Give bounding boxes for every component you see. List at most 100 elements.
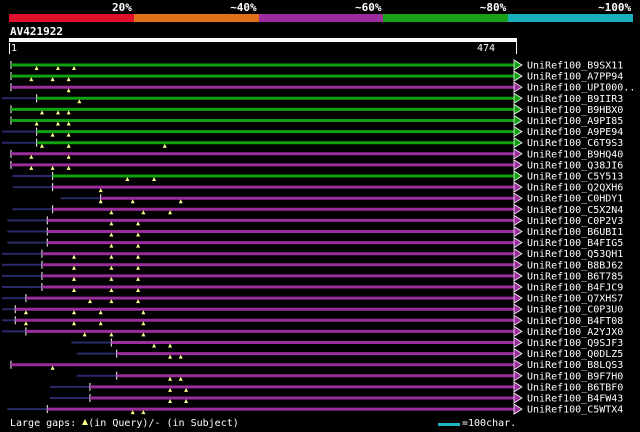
hit-row[interactable]: UniRef100_B6UBI1 — [7, 225, 623, 239]
hit-label[interactable]: UniRef100_B9HQ40 — [527, 149, 623, 160]
hit-end-arrow-icon — [513, 281, 523, 293]
hit-row[interactable]: UniRef100_B6T785 — [2, 270, 623, 283]
hit-row[interactable]: UniRef100_Q2QXH6 — [12, 181, 624, 194]
gap-marker-icon — [168, 210, 173, 215]
gap-marker-icon — [109, 243, 114, 248]
hit-label[interactable]: UniRef100_B9F7H0 — [527, 371, 623, 382]
hit-label[interactable]: UniRef100_B8LQS3 — [527, 360, 623, 371]
hit-label[interactable]: UniRef100_C5Y513 — [527, 172, 623, 183]
hit-row[interactable]: UniRef100_A9PE94 — [2, 125, 623, 139]
gap-marker-icon — [168, 387, 173, 392]
hit-row[interactable]: UniRef100_B9HBX0 — [10, 103, 623, 116]
hit-label[interactable]: UniRef100_C0P3U0 — [527, 305, 623, 316]
hit-label[interactable]: UniRef100_B6T785 — [527, 271, 623, 282]
hit-row[interactable]: UniRef100_B9SX11 — [10, 59, 623, 72]
hit-row[interactable]: UniRef100_C6T9S3 — [2, 136, 623, 150]
gap-marker-icon — [50, 132, 55, 137]
hit-row[interactable]: UniRef100_C0HDY1 — [60, 192, 624, 205]
hit-row[interactable]: UniRef100_C5Y513 — [12, 170, 624, 183]
hit-label[interactable]: UniRef100_C0P2V3 — [527, 216, 623, 227]
gap-marker-icon — [178, 354, 183, 359]
hit-label[interactable]: UniRef100_B4FJC9 — [527, 283, 623, 294]
hit-end-arrow-icon — [513, 381, 523, 393]
gap-marker-icon — [152, 177, 157, 181]
hit-label[interactable]: UniRef100_C5X2N4 — [527, 205, 623, 216]
hit-label[interactable]: UniRef100_A9PE94 — [527, 127, 623, 138]
hit-row[interactable]: UniRef100_Q38JI6 — [10, 159, 623, 172]
hit-row[interactable]: UniRef100_B9HQ40 — [10, 148, 623, 161]
gap-marker-icon — [55, 66, 60, 70]
hit-label[interactable]: UniRef100_B4FIG5 — [527, 238, 623, 249]
hit-label[interactable]: UniRef100_B6UBI1 — [527, 227, 623, 238]
hit-row[interactable]: UniRef100_B4FJC9 — [2, 281, 623, 294]
hit-row[interactable]: UniRef100_Q53QH1 — [2, 247, 623, 261]
hit-label[interactable]: UniRef100_B9SX11 — [527, 61, 623, 72]
hit-label[interactable]: UniRef100_B9HBX0 — [527, 105, 623, 116]
hit-row[interactable]: UniRef100_B4FT08 — [2, 314, 623, 327]
hit-end-arrow-icon — [513, 347, 523, 360]
gap-marker-icon — [34, 121, 39, 126]
gap-marker-icon — [109, 210, 114, 215]
hit-label[interactable]: UniRef100_A9PI85 — [527, 116, 623, 127]
gap-marker-icon — [71, 254, 76, 259]
hit-row[interactable]: UniRef100_B9IIR3 — [2, 92, 623, 105]
hit-row[interactable]: UniRef100_B8BJ62 — [2, 259, 623, 272]
alignment-plot: UniRef100_B9SX11UniRef100_A7PP94UniRef10… — [2, 59, 635, 416]
hit-row[interactable]: UniRef100_A9PI85 — [10, 114, 623, 128]
hit-row[interactable]: UniRef100_C0P2V3 — [7, 214, 623, 227]
hit-row[interactable]: UniRef100_Q9SJF3 — [71, 336, 623, 350]
hit-label[interactable]: UniRef100_Q9SJF3 — [527, 338, 623, 349]
gap-marker-icon — [88, 299, 93, 304]
hit-row[interactable]: UniRef100_B6TBF0 — [50, 381, 623, 394]
gap-marker-icon — [66, 121, 71, 126]
gap-marker-icon — [136, 299, 141, 304]
hit-row[interactable]: UniRef100_C5X2N4 — [12, 203, 624, 216]
hit-label[interactable]: UniRef100_Q38JI6 — [527, 160, 623, 171]
hit-end-arrow-icon — [513, 70, 523, 82]
hit-row[interactable]: UniRef100_Q7XHS7 — [2, 292, 623, 305]
hit-row[interactable]: UniRef100_UPI000.. — [10, 81, 635, 94]
hit-label[interactable]: UniRef100_Q2QXH6 — [527, 183, 623, 194]
gap-marker-icon — [50, 365, 55, 370]
hit-row[interactable]: UniRef100_C0P3U0 — [2, 303, 623, 316]
hit-label[interactable]: UniRef100_UPI000.. — [527, 83, 635, 94]
hit-label[interactable]: UniRef100_A2YJX0 — [527, 327, 623, 338]
gap-marker-icon — [136, 243, 141, 248]
hit-row[interactable]: UniRef100_B4FIG5 — [7, 236, 623, 250]
gap-marker-icon — [109, 288, 114, 292]
hit-end-arrow-icon — [513, 292, 523, 304]
hit-row[interactable]: UniRef100_Q0DLZ5 — [76, 347, 624, 361]
hit-label[interactable]: UniRef100_C6T9S3 — [527, 138, 623, 149]
hit-row[interactable]: UniRef100_B8LQS3 — [10, 358, 623, 372]
gap-marker-icon — [71, 265, 76, 270]
hit-label[interactable]: UniRef100_C0HDY1 — [527, 194, 623, 205]
hit-end-arrow-icon — [513, 358, 523, 371]
hit-label[interactable]: UniRef100_C5WTX4 — [527, 405, 623, 416]
hit-label[interactable]: UniRef100_B8BJ62 — [527, 260, 623, 271]
gap-marker-icon — [141, 410, 146, 415]
hit-row[interactable]: UniRef100_B9F7H0 — [76, 370, 624, 383]
hit-label[interactable]: UniRef100_Q53QH1 — [527, 249, 623, 260]
hit-row[interactable]: UniRef100_C5WTX4 — [7, 403, 623, 416]
gap-marker-icon — [136, 265, 141, 270]
hit-end-arrow-icon — [513, 225, 523, 238]
hit-end-arrow-icon — [513, 325, 523, 338]
gap-marker-icon — [71, 288, 76, 292]
hit-label[interactable]: UniRef100_B4FT08 — [527, 316, 623, 327]
gaps-description: (in Query)/- (in Subject) — [88, 418, 239, 429]
hit-row[interactable]: UniRef100_A2YJX0 — [2, 325, 623, 338]
hit-end-arrow-icon — [513, 203, 523, 216]
hit-end-arrow-icon — [513, 148, 523, 160]
hit-label[interactable]: UniRef100_B4FW43 — [527, 394, 623, 405]
gap-marker-icon — [98, 199, 103, 204]
hit-row[interactable]: UniRef100_A7PP94 — [10, 70, 623, 83]
gap-marker-icon — [136, 254, 141, 259]
hit-label[interactable]: UniRef100_A7PP94 — [527, 72, 623, 83]
scale-bar — [438, 423, 460, 426]
hit-label[interactable]: UniRef100_B9IIR3 — [527, 94, 623, 105]
hit-label[interactable]: UniRef100_Q7XHS7 — [527, 294, 623, 305]
gap-marker-icon — [184, 387, 189, 392]
hit-label[interactable]: UniRef100_B6TBF0 — [527, 382, 623, 393]
hit-label[interactable]: UniRef100_Q0DLZ5 — [527, 349, 623, 360]
hit-row[interactable]: UniRef100_B4FW43 — [50, 392, 623, 405]
